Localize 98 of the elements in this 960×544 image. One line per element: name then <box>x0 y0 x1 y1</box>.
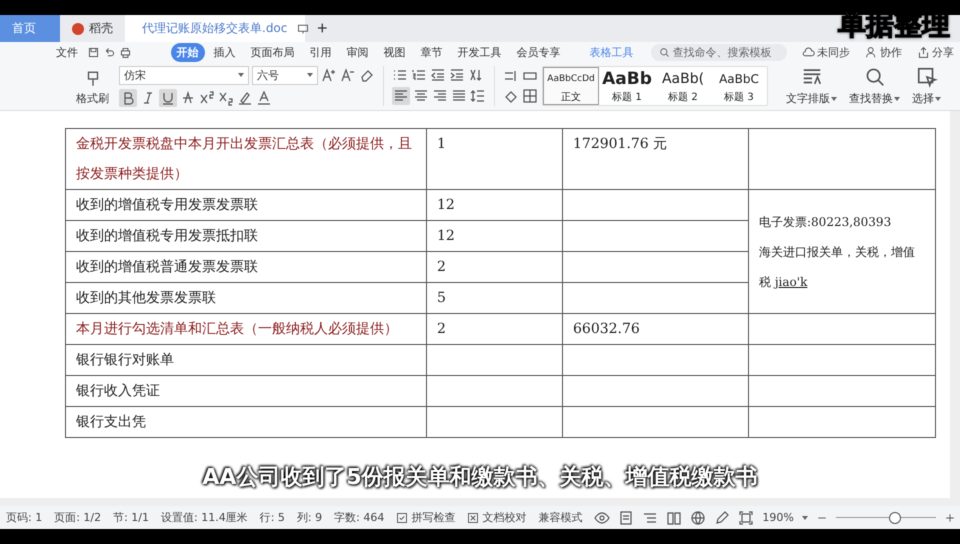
subtitle: AA公司收到了5份报关单和缴款书、关税、增值税缴款书 <box>202 465 758 490</box>
zoom-in-icon[interactable] <box>944 512 956 524</box>
font-dropdown[interactable]: 仿宋 <box>119 66 249 84</box>
table-cell: 172901.76 元 <box>562 128 748 190</box>
ribbon-tool[interactable]: 选择 <box>906 62 947 110</box>
tab[interactable]: 稻壳 <box>60 15 125 42</box>
outdent-icon[interactable] <box>430 67 446 83</box>
table-cell: 66032.76 <box>562 314 748 344</box>
style-preset[interactable]: AaBbC 标题 3 <box>711 67 767 105</box>
status-item: 字数: 464 <box>334 510 384 525</box>
numbered-list-icon[interactable] <box>411 67 427 83</box>
indent-icon[interactable] <box>449 67 465 83</box>
highlight-icon[interactable] <box>237 90 253 106</box>
table-cell: 电子发票:80223,80393 海关进口报关单，关税，增值税 jiao'k <box>748 190 936 314</box>
border-icon[interactable] <box>522 88 538 104</box>
menu-tab[interactable]: 审阅 <box>340 42 375 62</box>
item-text: 本月进行勾选清单和汇总表（一般纳税人必须提供） <box>76 320 399 339</box>
menu-tab[interactable]: 会员专享 <box>510 42 567 62</box>
caret-icon[interactable] <box>894 96 900 100</box>
item-text: 收到的增值税普通发票发票联 <box>76 258 259 277</box>
new-tab-button[interactable]: + <box>305 15 340 42</box>
table-cell: 2 <box>426 314 562 344</box>
line-spacing-icon[interactable] <box>470 88 486 104</box>
zoom-slider-thumb[interactable] <box>888 512 901 524</box>
search-field[interactable]: 查找命令、搜索模板 <box>650 44 787 60</box>
page-view-icon[interactable] <box>618 510 634 526</box>
menu-tab[interactable]: 开发工具 <box>452 42 508 62</box>
style-preset[interactable]: AaBb( 标题 2 <box>655 67 711 105</box>
toolbar-action[interactable]: 未同步 <box>796 44 856 60</box>
item-text: 金税开发票税盘中本月开出发票汇总表（必须提供，且按发票种类提供） <box>76 135 413 184</box>
monitor-icon[interactable] <box>297 22 310 34</box>
menu-tab[interactable]: 开始 <box>170 42 205 62</box>
status-item: 页码: 1 <box>6 510 42 525</box>
superscript-icon[interactable] <box>199 90 215 106</box>
item-text: 银行支出凭 <box>76 413 147 432</box>
menu-tab[interactable]: 插入 <box>208 42 242 62</box>
zoom-level[interactable]: 190% <box>762 511 794 524</box>
caret-icon[interactable] <box>935 96 941 100</box>
font-size-dropdown[interactable]: 六号 <box>252 66 318 84</box>
format-painter-button[interactable]: 格式刷 <box>70 62 115 110</box>
status-item: 设置值: 11.4厘米 <box>161 510 248 525</box>
status-item: 兼容模式 <box>538 510 582 525</box>
book-icon[interactable] <box>666 510 682 526</box>
menu-tab[interactable]: 视图 <box>378 42 412 62</box>
table-cell: 1 <box>426 128 562 190</box>
cloud-icon[interactable] <box>802 46 815 58</box>
vertical-scrollbar[interactable] <box>950 111 960 498</box>
status-item: 行: 5 <box>260 510 285 525</box>
table-cell: 12 <box>426 220 562 252</box>
status-item: 列: 9 <box>296 510 322 525</box>
select-icon[interactable] <box>916 66 938 88</box>
menu-tab[interactable]: 引用 <box>304 42 338 62</box>
item-text: 收到的其他发票发票联 <box>76 289 217 308</box>
docer-icon <box>72 22 84 34</box>
globe-icon[interactable] <box>690 510 706 526</box>
ime-composition-text: jiao'k <box>774 274 808 288</box>
font-color-icon[interactable] <box>256 90 272 106</box>
cross-box-icon[interactable] <box>467 512 480 524</box>
pen-icon[interactable] <box>714 510 730 526</box>
status-item: 页面: 1/2 <box>54 510 102 525</box>
item-text: 收到的增值税专用发票发票联 <box>76 196 259 215</box>
person-icon[interactable] <box>865 46 878 58</box>
print-icon[interactable] <box>119 46 132 58</box>
checkbox-icon[interactable] <box>396 512 408 524</box>
table-cell: 2 <box>426 252 562 282</box>
table-cell: 12 <box>426 190 562 220</box>
eye-icon[interactable] <box>594 510 610 526</box>
status-item: 节: 1/1 <box>113 510 150 525</box>
menu-tab[interactable]: 章节 <box>414 42 449 62</box>
share-icon[interactable] <box>917 46 930 58</box>
table-cell: 5 <box>426 282 562 314</box>
toolbar-action[interactable]: 协作 <box>859 44 908 60</box>
caret-icon[interactable] <box>307 73 313 77</box>
shrink-font-icon[interactable] <box>340 67 356 83</box>
caret-icon[interactable] <box>831 96 837 100</box>
item-text: 银行收入凭证 <box>76 382 161 401</box>
status-item: 拼写检查 <box>396 510 456 525</box>
caret-icon[interactable] <box>238 73 244 77</box>
caret-icon[interactable] <box>802 516 808 520</box>
search-icon[interactable] <box>658 46 670 58</box>
save-icon[interactable] <box>87 46 100 58</box>
item-text: 银行银行对账单 <box>76 351 175 370</box>
style-preset[interactable]: AaBbCcDd 正文 <box>543 67 599 105</box>
tab[interactable]: 代理记账原始移交表单.doc <box>125 15 305 42</box>
toolbar-action[interactable]: 分享 <box>911 44 960 60</box>
sort-icon[interactable] <box>468 67 484 83</box>
undo-icon[interactable] <box>103 46 116 58</box>
strikethrough-icon[interactable] <box>180 90 196 106</box>
fit-page-icon[interactable] <box>738 510 754 526</box>
menu-tab[interactable]: 页面布局 <box>244 42 301 62</box>
ribbon-tool[interactable]: 查找替换 <box>843 62 906 110</box>
ribbon-tool[interactable]: 文字排版 <box>780 62 843 110</box>
status-item: 文档校对 <box>467 510 526 525</box>
item-text: 收到的增值税专用发票抵扣联 <box>76 227 259 246</box>
search-icon[interactable] <box>864 66 886 88</box>
style-preset[interactable]: AaBb 标题 1 <box>599 67 655 105</box>
grow-font-icon[interactable] <box>321 67 337 83</box>
file-menu[interactable]: 文件 <box>50 42 84 62</box>
